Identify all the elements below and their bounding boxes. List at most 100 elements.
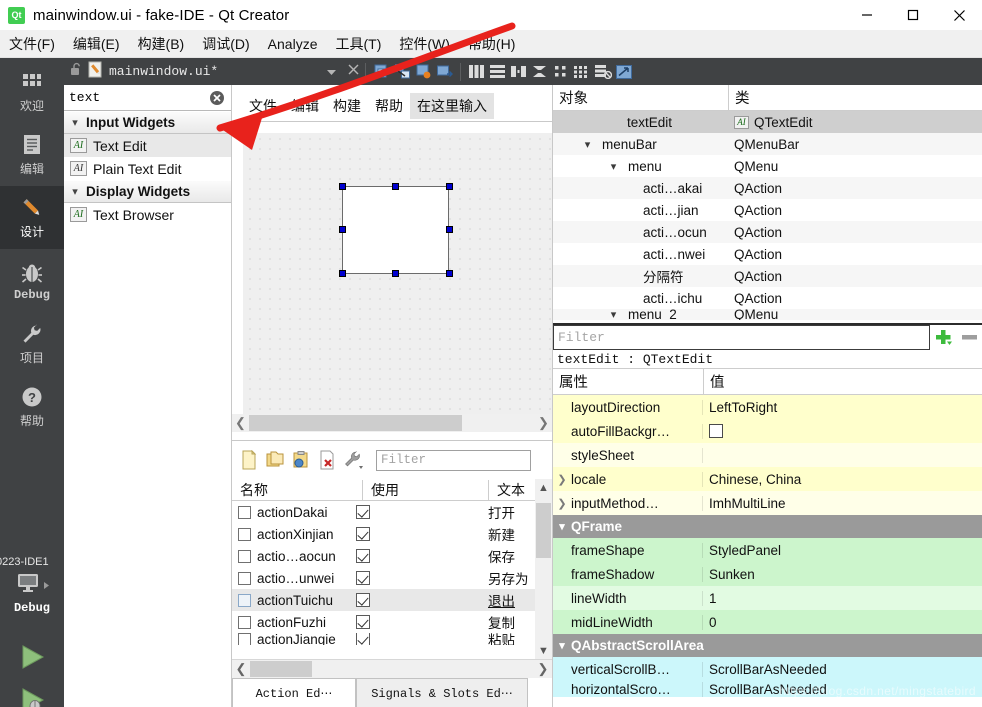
chevron-down-icon[interactable]: ▾	[607, 160, 620, 173]
table-row[interactable]: actionFuzhi 复制	[232, 611, 552, 633]
property-row-inputMethodHints[interactable]: ❯ inputMethod… ImhMultiLine	[553, 491, 982, 515]
scrollbar-thumb[interactable]	[536, 503, 551, 558]
start-debugging-button[interactable]	[0, 678, 64, 707]
column-header-name[interactable]: 名称	[232, 480, 362, 500]
tree-row-separator[interactable]: 分隔符 QAction	[553, 265, 982, 287]
property-row-autoFillBackground[interactable]: autoFillBackgr…	[553, 419, 982, 443]
property-value[interactable]: ScrollBarAsNeeded	[703, 662, 982, 677]
column-header-value[interactable]: 值	[703, 368, 982, 395]
row-checkbox[interactable]	[238, 527, 251, 541]
column-header-text[interactable]: 文本	[488, 479, 525, 500]
resize-handle-bottom-center[interactable]	[392, 270, 399, 277]
menu-item-edit[interactable]: 编辑(E)	[64, 31, 129, 57]
tab-signals-slots-editor[interactable]: Signals & Slots Ed⋯	[356, 678, 528, 707]
chevron-down-icon[interactable]: ▾	[581, 138, 594, 151]
property-group-qabstractscrollarea[interactable]: ▾ QAbstractScrollArea	[553, 634, 982, 657]
property-value[interactable]: LeftToRight	[703, 400, 982, 415]
layout-vertically-icon[interactable]	[487, 61, 508, 82]
menu-item-file[interactable]: 文件(F)	[0, 31, 64, 57]
menu-item-tools[interactable]: 工具(T)	[326, 31, 390, 57]
tree-row-action[interactable]: acti…ocun QAction	[553, 221, 982, 243]
property-value[interactable]: ScrollBarAsNeeded	[703, 682, 982, 697]
chevron-down-icon[interactable]: ▾	[553, 520, 571, 533]
column-header-object[interactable]: 对象	[553, 87, 728, 108]
form-editor-canvas[interactable]: 文件 编辑 构建 帮助 在这里输入	[232, 85, 552, 440]
edit-signals-slots-icon[interactable]	[392, 61, 413, 82]
property-row-midLineWidth[interactable]: midLineWidth 0	[553, 610, 982, 634]
form-menu-help[interactable]: 帮助	[368, 93, 410, 119]
chevron-down-icon[interactable]: ▾	[553, 639, 571, 652]
form-menu-build[interactable]: 构建	[326, 93, 368, 119]
scrollbar-thumb[interactable]	[249, 415, 462, 431]
property-value[interactable]: 1	[703, 591, 982, 606]
form-horizontal-scrollbar[interactable]: ❮ ❯	[232, 414, 552, 432]
edit-widgets-icon[interactable]	[371, 61, 392, 82]
unlocked-padlock-icon[interactable]	[70, 62, 83, 82]
form-widget-textedit[interactable]	[342, 186, 449, 274]
action-used-cell[interactable]	[356, 593, 486, 607]
menu-item-build[interactable]: 构建(B)	[129, 31, 194, 57]
tab-action-editor[interactable]: Action Ed⋯	[232, 678, 356, 707]
row-checkbox[interactable]	[238, 633, 251, 645]
property-row-locale[interactable]: ❯ locale Chinese, China	[553, 467, 982, 491]
layout-splitter-vertical-icon[interactable]	[529, 61, 550, 82]
chevron-right-icon[interactable]: ❯	[534, 661, 552, 677]
action-filter-input[interactable]: Filter	[376, 449, 531, 471]
menu-item-analyze[interactable]: Analyze	[259, 33, 327, 55]
widget-item-text-edit[interactable]: AI Text Edit	[64, 134, 231, 157]
property-value[interactable]: Chinese, China	[703, 472, 982, 487]
sidebar-item-design[interactable]: 设计	[0, 186, 64, 249]
open-document-name[interactable]: mainwindow.ui*	[109, 64, 218, 79]
widget-item-plain-text-edit[interactable]: AI Plain Text Edit	[64, 157, 231, 180]
row-checkbox[interactable]	[238, 593, 251, 607]
property-value[interactable]: StyledPanel	[703, 543, 982, 558]
tree-row-action[interactable]: acti…nwei QAction	[553, 243, 982, 265]
action-used-cell[interactable]	[356, 505, 486, 519]
widget-item-text-browser[interactable]: AI Text Browser	[64, 203, 231, 226]
menu-item-widgets[interactable]: 控件(W)	[390, 31, 459, 57]
action-horizontal-scrollbar[interactable]: ❮ ❯	[232, 659, 552, 678]
property-value[interactable]: ImhMultiLine	[703, 496, 982, 511]
form-menu-edit[interactable]: 编辑	[284, 93, 326, 119]
tree-row-menubar[interactable]: ▾ menuBar QMenuBar	[553, 133, 982, 155]
kit-selector[interactable]: 0223-IDE1 Debug	[0, 553, 64, 635]
chevron-left-icon[interactable]: ❮	[232, 415, 249, 431]
menu-item-help[interactable]: 帮助(H)	[459, 31, 524, 57]
chevron-left-icon[interactable]: ❮	[232, 661, 250, 677]
property-group-qframe[interactable]: ▾ QFrame	[553, 515, 982, 538]
column-header-class[interactable]: 类	[728, 84, 982, 111]
action-used-cell[interactable]	[356, 633, 486, 645]
form-menu-type-here[interactable]: 在这里输入	[410, 92, 494, 119]
property-value[interactable]: 0	[703, 615, 982, 630]
property-value-cell[interactable]	[703, 424, 982, 438]
close-icon[interactable]	[936, 0, 982, 30]
delete-action-icon[interactable]	[316, 449, 338, 471]
row-checkbox[interactable]	[238, 549, 251, 563]
row-checkbox[interactable]	[238, 571, 251, 585]
action-used-cell[interactable]	[356, 527, 486, 541]
layout-splitter-horizontal-icon[interactable]	[508, 61, 529, 82]
form-menu-file[interactable]: 文件	[242, 93, 284, 119]
action-used-cell[interactable]	[356, 615, 486, 629]
property-filter-input[interactable]: Filter	[553, 324, 930, 350]
edit-tab-order-icon[interactable]	[434, 61, 455, 82]
property-row-lineWidth[interactable]: lineWidth 1	[553, 586, 982, 610]
tree-row-action[interactable]: acti…ichu QAction	[553, 287, 982, 309]
property-row-frameShape[interactable]: frameShape StyledPanel	[553, 538, 982, 562]
copy-action-icon[interactable]	[264, 449, 286, 471]
chevron-down-icon[interactable]: ▾	[607, 309, 620, 320]
resize-handle-top-center[interactable]	[392, 183, 399, 190]
table-row[interactable]: actionJiangie 粘贴	[232, 633, 552, 645]
minimize-icon[interactable]	[844, 0, 890, 30]
tree-row-menu2[interactable]: ▾ menu_2 QMenu	[553, 309, 982, 320]
close-document-icon[interactable]	[347, 63, 360, 81]
action-used-cell[interactable]	[356, 571, 486, 585]
row-checkbox[interactable]	[238, 615, 251, 629]
property-value[interactable]: Sunken	[703, 567, 982, 582]
row-checkbox[interactable]	[238, 505, 251, 519]
tree-row-action[interactable]: acti…jian QAction	[553, 199, 982, 221]
resize-handle-top-left[interactable]	[339, 183, 346, 190]
widget-category-input-widgets[interactable]: ▾ Input Widgets	[64, 111, 231, 134]
unchecked-checkbox-icon[interactable]	[709, 424, 723, 438]
sidebar-item-welcome[interactable]: 欢迎	[0, 60, 64, 123]
